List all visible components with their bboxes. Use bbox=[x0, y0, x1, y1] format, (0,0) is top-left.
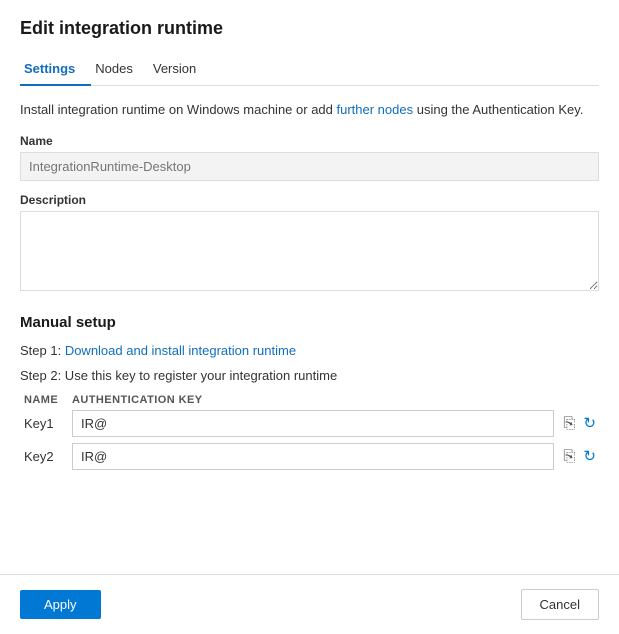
info-text: Install integration runtime on Windows m… bbox=[20, 100, 599, 120]
description-textarea[interactable] bbox=[20, 211, 599, 291]
keys-table-header: NAME AUTHENTICATION KEY bbox=[24, 394, 599, 406]
key2-actions: ⎘ ↻ bbox=[560, 444, 599, 468]
copy-icon: ⎘ bbox=[563, 448, 575, 465]
name-label: Name bbox=[20, 134, 599, 148]
key2-input-wrap bbox=[72, 443, 554, 470]
key2-refresh-button[interactable]: ↻ bbox=[580, 444, 599, 468]
tab-nodes[interactable]: Nodes bbox=[91, 53, 149, 86]
download-link[interactable]: Download and install integration runtime bbox=[65, 343, 296, 358]
cancel-button[interactable]: Cancel bbox=[521, 589, 599, 620]
page-title: Edit integration runtime bbox=[20, 18, 599, 39]
step1-text: Step 1: Download and install integration… bbox=[20, 341, 599, 361]
key1-refresh-button[interactable]: ↻ bbox=[580, 411, 599, 435]
key1-actions: ⎘ ↻ bbox=[560, 411, 599, 435]
col-auth-header: AUTHENTICATION KEY bbox=[72, 394, 599, 406]
key2-label: Key2 bbox=[24, 449, 72, 464]
key1-row: Key1 ⎘ ↻ bbox=[24, 410, 599, 437]
manual-setup-title: Manual setup bbox=[20, 314, 599, 331]
tab-version[interactable]: Version bbox=[149, 53, 212, 86]
key2-input[interactable] bbox=[72, 443, 554, 470]
key1-copy-button[interactable]: ⎘ bbox=[560, 411, 578, 435]
further-nodes-link[interactable]: further nodes bbox=[337, 102, 414, 117]
description-label: Description bbox=[20, 193, 599, 207]
key1-input[interactable] bbox=[72, 410, 554, 437]
col-name-header: NAME bbox=[24, 394, 72, 406]
key2-row: Key2 ⎘ ↻ bbox=[24, 443, 599, 470]
refresh-icon: ↻ bbox=[583, 414, 596, 432]
tab-settings[interactable]: Settings bbox=[20, 53, 91, 86]
refresh-icon: ↻ bbox=[583, 447, 596, 465]
tab-bar: Settings Nodes Version bbox=[20, 53, 599, 86]
apply-button[interactable]: Apply bbox=[20, 590, 101, 619]
key1-label: Key1 bbox=[24, 416, 72, 431]
step1-prefix: Step 1: bbox=[20, 343, 65, 358]
footer: Apply Cancel bbox=[0, 574, 619, 634]
copy-icon: ⎘ bbox=[563, 415, 575, 432]
key1-input-wrap bbox=[72, 410, 554, 437]
main-content: Edit integration runtime Settings Nodes … bbox=[0, 0, 619, 574]
step2-text: Step 2: Use this key to register your in… bbox=[20, 366, 599, 386]
name-input[interactable] bbox=[20, 152, 599, 181]
key2-copy-button[interactable]: ⎘ bbox=[560, 444, 578, 468]
